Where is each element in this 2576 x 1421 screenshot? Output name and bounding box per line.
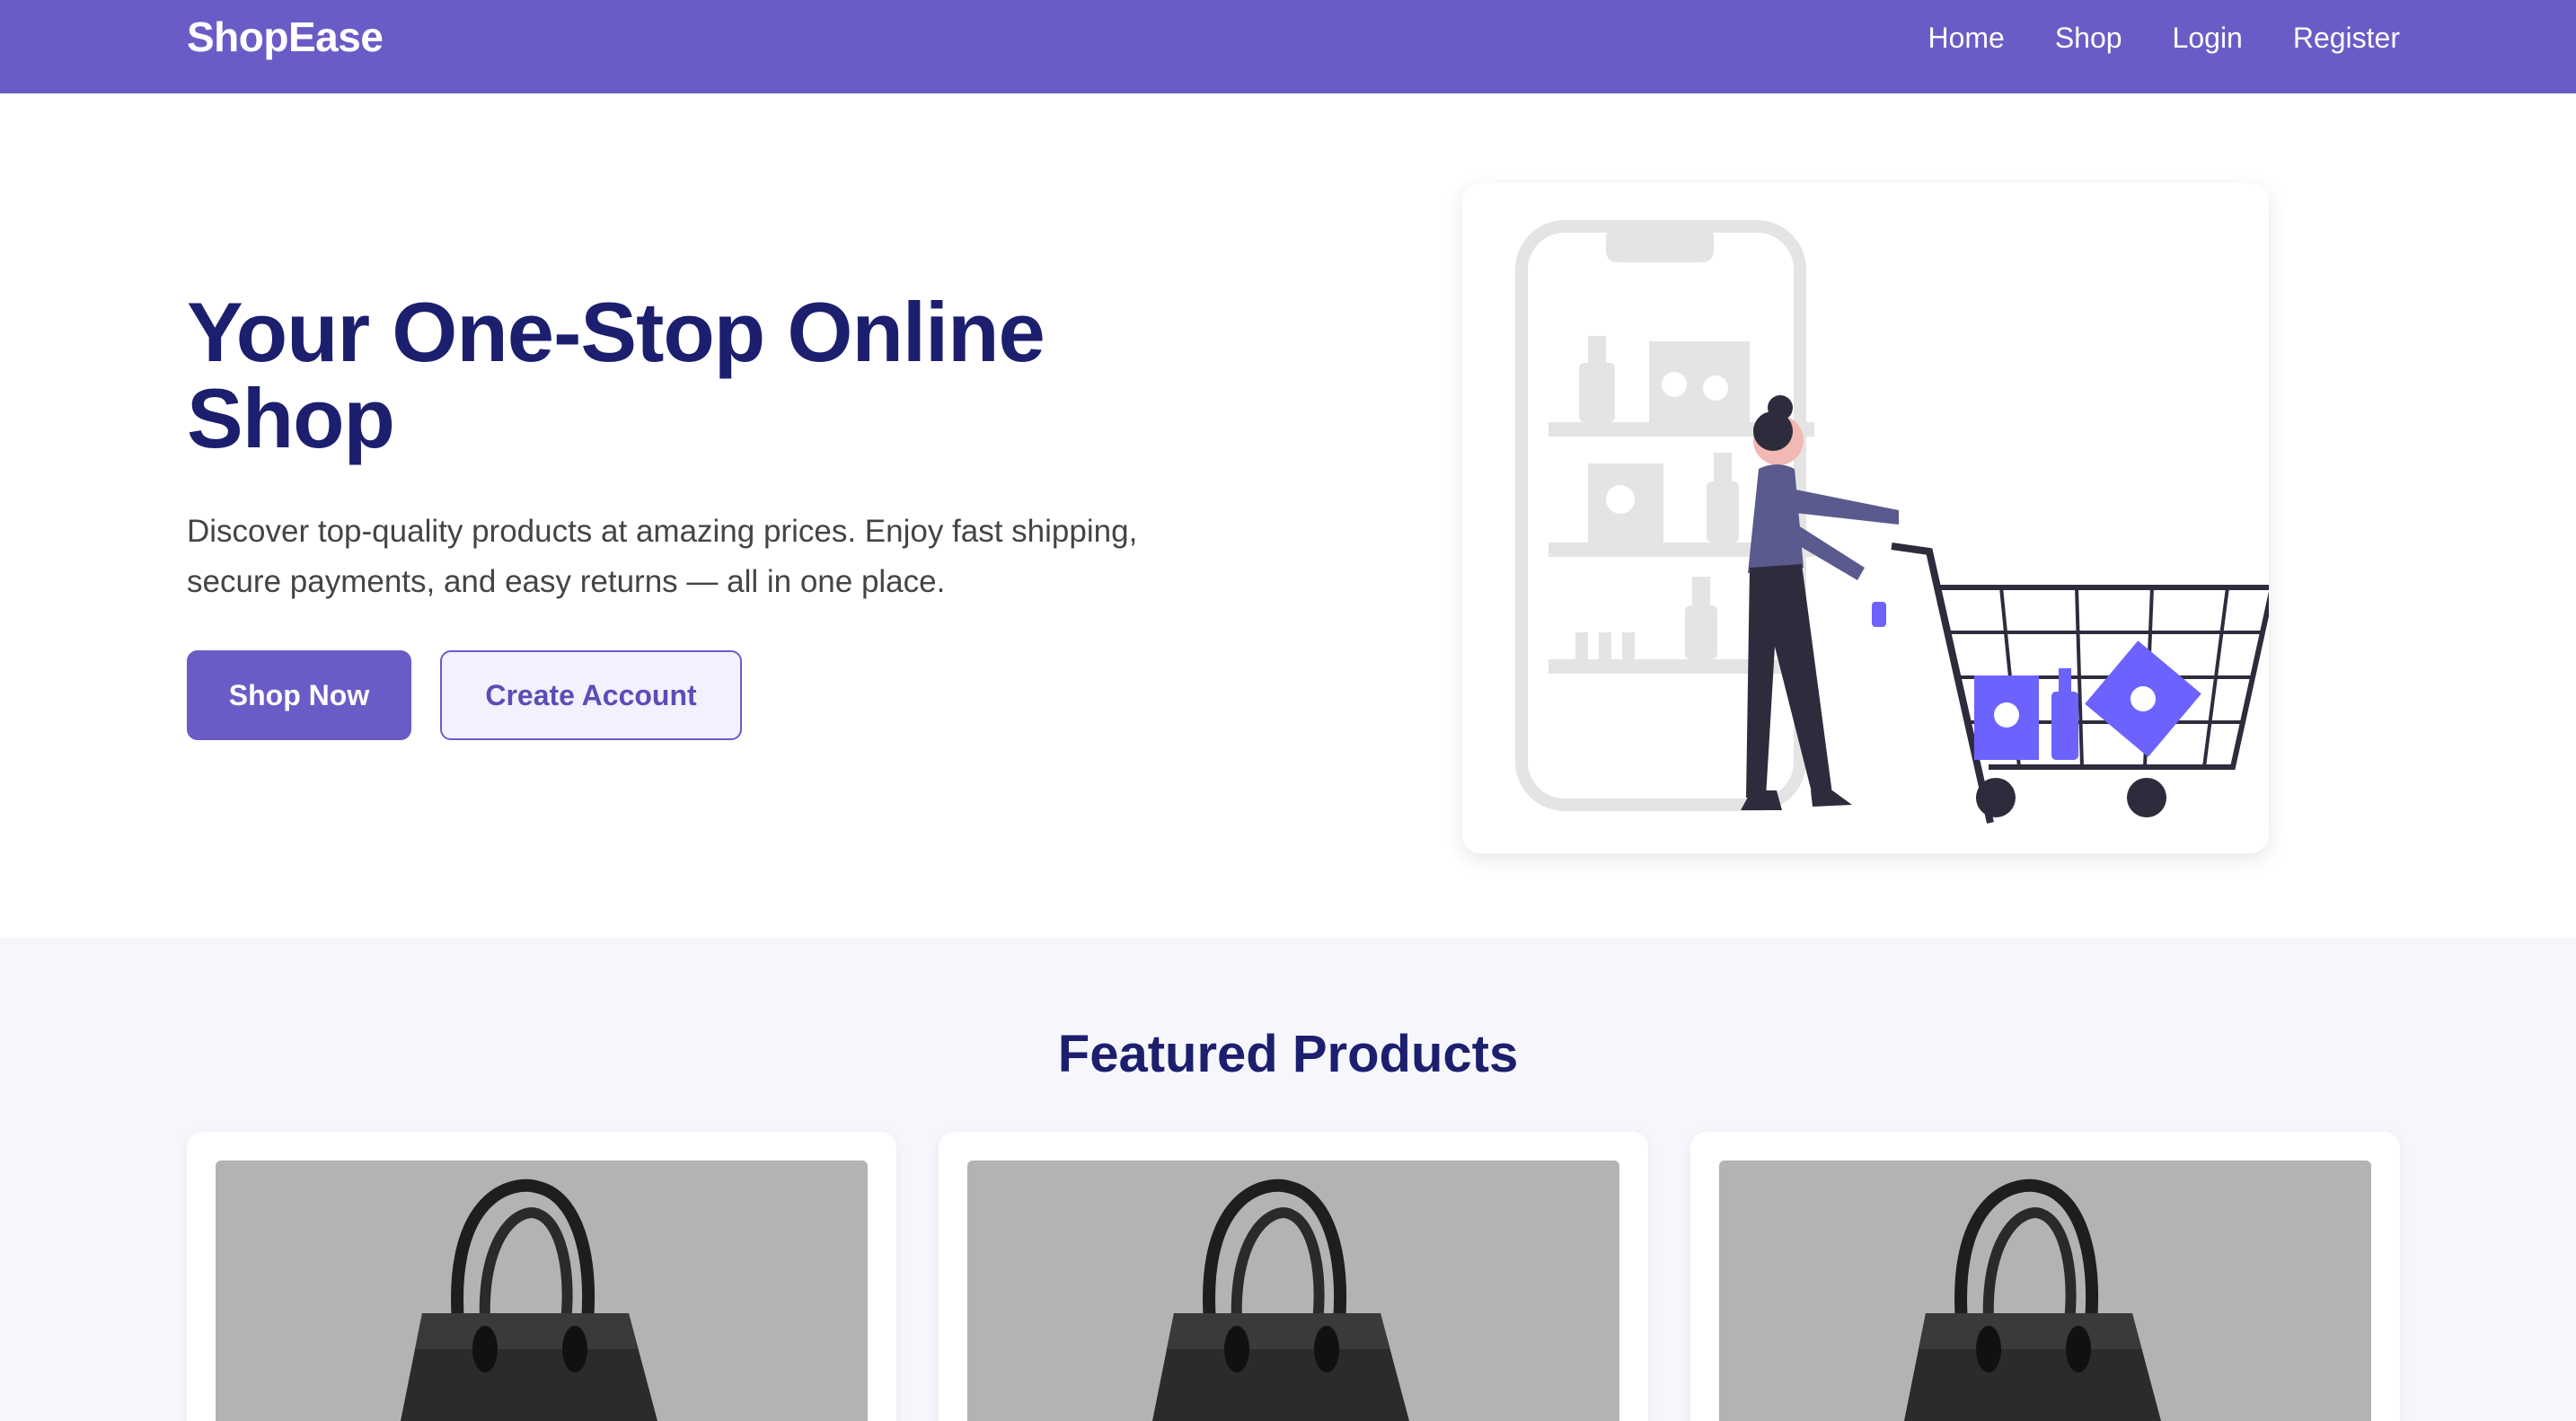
product-card[interactable] (187, 1132, 896, 1421)
nav-link-login[interactable]: Login (2173, 20, 2243, 56)
hero-title: Your One-Stop Online Shop (187, 285, 1045, 465)
product-image[interactable] (1719, 1161, 2371, 1421)
hero-description: Discover top-quality products at amazing… (187, 514, 1138, 599)
product-card[interactable] (939, 1132, 1648, 1421)
brand-logo[interactable]: ShopEase (187, 13, 384, 61)
hero-section: Your One-Stop Online Shop Discover top-q… (0, 93, 2576, 938)
create-account-button[interactable]: Create Account (440, 650, 742, 740)
nav-link-register[interactable]: Register (2293, 20, 2400, 56)
featured-products-section: Featured Products (0, 938, 2576, 1421)
hero-illustration-card (1462, 183, 2269, 853)
black-handbag-image (1152, 1178, 1409, 1421)
black-handbag-image (1904, 1178, 2161, 1421)
product-image[interactable] (967, 1161, 1619, 1421)
navbar: ShopEase Home Shop Login Register (0, 0, 2576, 93)
shop-now-button[interactable]: Shop Now (187, 650, 411, 740)
black-handbag-image (401, 1178, 657, 1421)
product-image[interactable] (216, 1161, 868, 1421)
nav-link-home[interactable]: Home (1928, 20, 2004, 56)
woman-with-shopping-cart-illustration (1515, 220, 2269, 824)
nav-links: Home Shop Login Register (1928, 20, 2400, 56)
product-card[interactable] (1690, 1132, 2400, 1421)
nav-link-shop[interactable]: Shop (2055, 20, 2122, 56)
featured-products-title: Featured Products (1057, 1025, 1519, 1083)
